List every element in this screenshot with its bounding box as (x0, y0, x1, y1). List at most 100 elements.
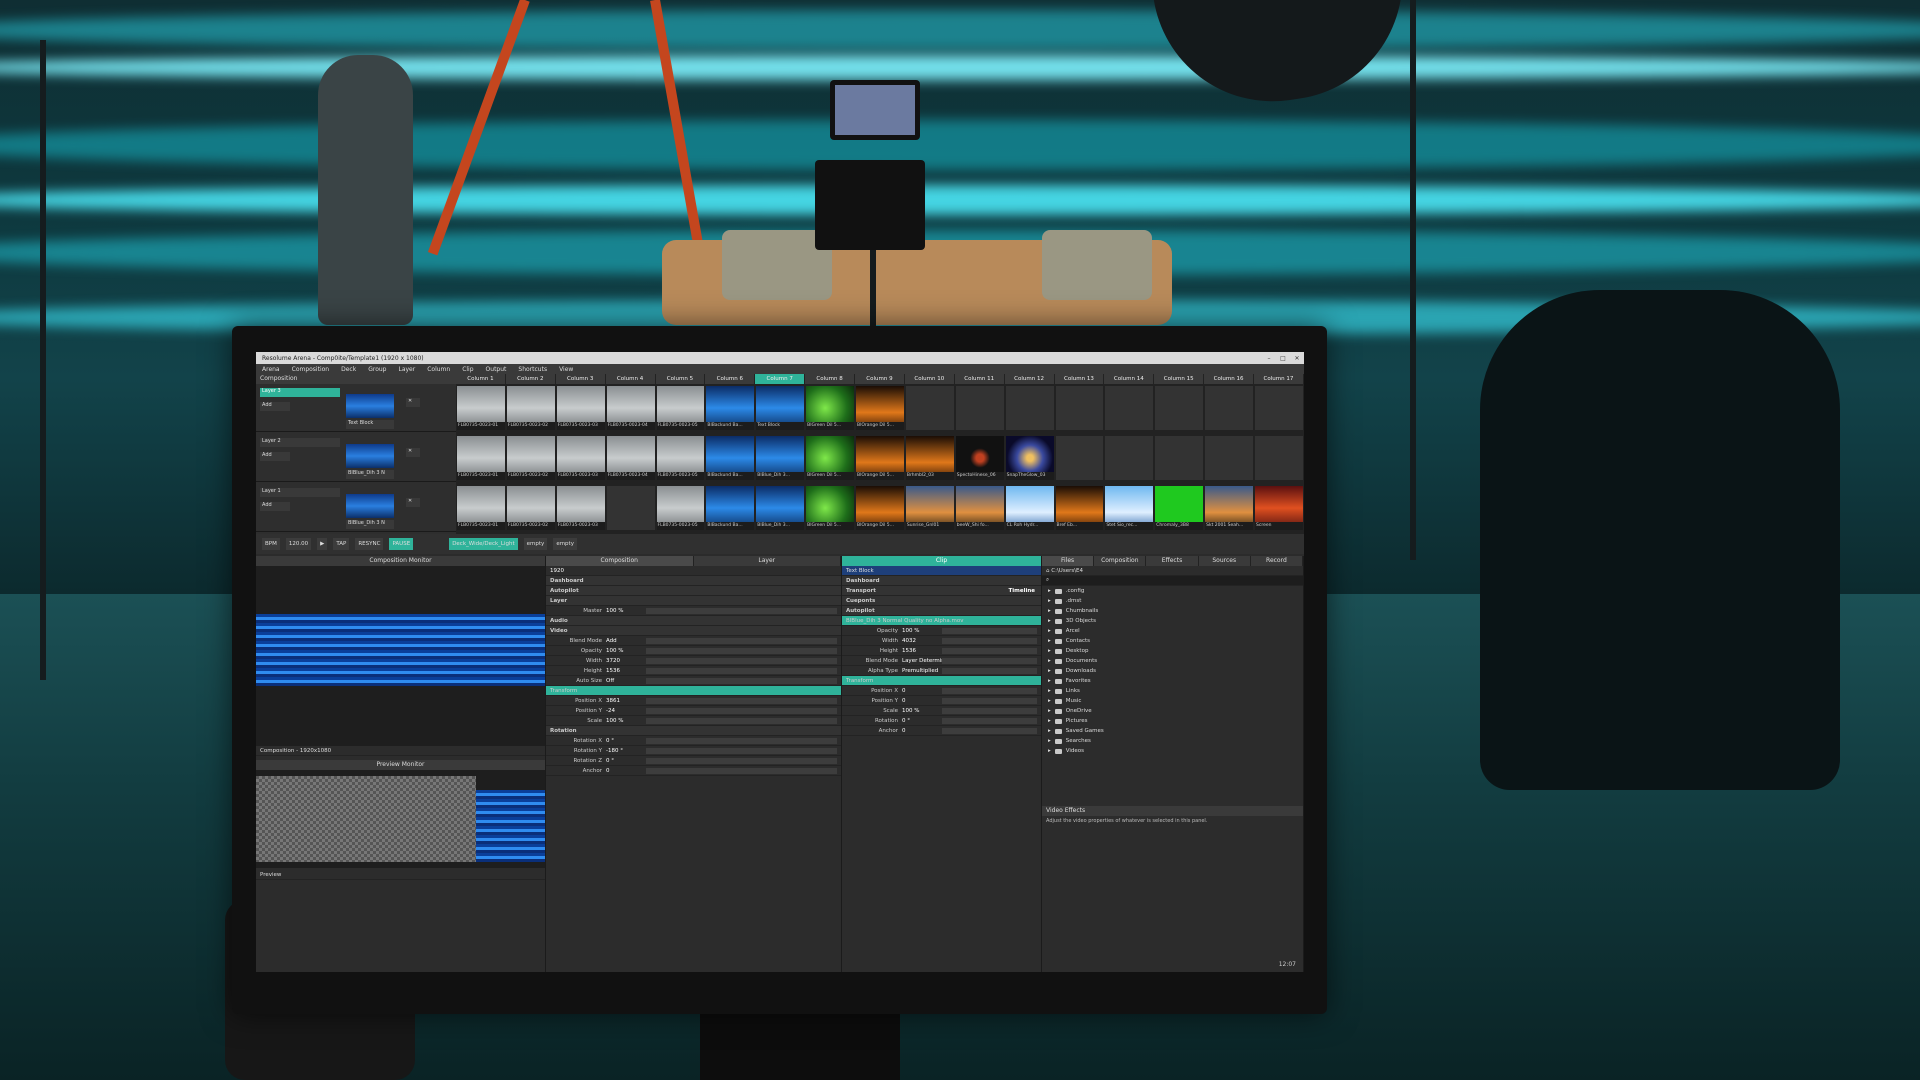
expand-arrow-icon[interactable]: ▸ (1048, 678, 1051, 684)
column-header[interactable]: Column 9 (855, 374, 905, 384)
clip-slot[interactable]: BlBackund Ba... (706, 386, 755, 430)
layer-name[interactable]: Layer 1 (260, 488, 340, 497)
property-value[interactable]: Premultiplied (902, 668, 942, 674)
property-row[interactable]: Master 100 % (546, 606, 841, 616)
property-slider[interactable] (646, 667, 837, 674)
property-value[interactable]: 1536 (902, 648, 942, 654)
column-header[interactable]: Column 3 (556, 374, 606, 384)
clip-slot[interactable]: Stet Sio_rec... (1105, 486, 1154, 530)
layer-bypass-icon[interactable]: ✕ (406, 498, 420, 507)
clip-slot[interactable] (1255, 386, 1303, 430)
search-bar[interactable]: ⌕ (1042, 576, 1303, 586)
expand-arrow-icon[interactable]: ▸ (1048, 618, 1051, 624)
clip-slot[interactable] (1105, 436, 1154, 480)
file-item[interactable]: ▸ Pictures (1042, 716, 1303, 726)
clip-slot[interactable]: Text Block (756, 386, 805, 430)
tab-composition[interactable]: Composition (546, 556, 694, 566)
column-header[interactable]: Column 17 (1254, 374, 1304, 384)
property-slider[interactable] (942, 667, 1037, 674)
clip-slot[interactable] (1005, 386, 1054, 430)
file-item[interactable]: ▸ .dmst (1042, 596, 1303, 606)
property-row[interactable]: Layer (546, 596, 841, 606)
close-button[interactable]: ✕ (1290, 355, 1304, 362)
tab-files[interactable]: Files (1042, 556, 1095, 566)
property-row[interactable]: Rotation X 0 ° (546, 736, 841, 746)
property-slider[interactable] (942, 697, 1037, 704)
property-slider[interactable] (942, 727, 1037, 734)
property-row[interactable]: Rotation Z 0 ° (546, 756, 841, 766)
property-value[interactable]: 3861 (606, 698, 646, 704)
expand-arrow-icon[interactable]: ▸ (1048, 648, 1051, 654)
clip-slot[interactable]: BlGreen Dil 5... (806, 436, 854, 480)
property-value[interactable]: 0 ° (606, 738, 646, 744)
file-item[interactable]: ▸ Documents (1042, 656, 1303, 666)
property-value[interactable]: Layer Determined (902, 658, 952, 664)
clip-slot[interactable] (1055, 386, 1104, 430)
clip-slot[interactable]: Brhmbl2_03 (905, 436, 954, 480)
expand-arrow-icon[interactable]: ▸ (1048, 708, 1051, 714)
clip-slot[interactable]: BlBackund Ba... (706, 486, 755, 530)
property-row[interactable]: Cueponts (842, 596, 1041, 606)
property-row[interactable]: Auto Size Off (546, 676, 841, 686)
property-row[interactable]: Rotation (546, 726, 841, 736)
property-row[interactable]: Dashboard (842, 576, 1041, 586)
expand-arrow-icon[interactable]: ▸ (1048, 598, 1051, 604)
composition-field[interactable]: 1920 (546, 566, 841, 576)
property-value[interactable]: Add (606, 638, 646, 644)
expand-arrow-icon[interactable]: ▸ (1048, 718, 1051, 724)
menu-column[interactable]: Column (427, 366, 450, 373)
clip-slot[interactable]: BlGreen Dil 5... (806, 486, 854, 530)
property-value[interactable]: 3720 (606, 658, 646, 664)
column-header[interactable]: Column 6 (705, 374, 756, 384)
clip-slot[interactable]: SpectoHinese_06 (955, 436, 1004, 480)
clip-slot[interactable]: FLB0735-0023-01 (457, 386, 505, 430)
file-item[interactable]: ▸ Downloads (1042, 666, 1303, 676)
expand-arrow-icon[interactable]: ▸ (1048, 738, 1051, 744)
file-item[interactable]: ▸ .config (1042, 586, 1303, 596)
property-value[interactable]: -180 ° (606, 748, 646, 754)
file-item[interactable]: ▸ Arcel (1042, 626, 1303, 636)
column-header[interactable]: Column 1 (456, 374, 506, 384)
property-slider[interactable] (646, 707, 837, 714)
clip-slot[interactable]: Sunrise_Gnl01 (905, 486, 954, 530)
expand-arrow-icon[interactable]: ▸ (1048, 728, 1051, 734)
menu-arena[interactable]: Arena (262, 366, 280, 373)
property-row[interactable]: Dashboard (546, 576, 841, 586)
property-value[interactable]: 0 ° (902, 718, 942, 724)
expand-arrow-icon[interactable]: ▸ (1048, 588, 1051, 594)
file-item[interactable]: ▸ OneDrive (1042, 706, 1303, 716)
tab-composition-browser[interactable]: Composition (1094, 556, 1147, 566)
property-value[interactable]: 1536 (606, 668, 646, 674)
property-value[interactable]: 4032 (902, 638, 942, 644)
clip-slot[interactable]: BlOrange Dil 5... (856, 386, 904, 430)
property-value[interactable]: 0 ° (606, 758, 646, 764)
column-header[interactable]: Column 13 (1055, 374, 1105, 384)
property-row[interactable]: BlBlue_Dih 3 Normal Quality no Alpha.mov (842, 616, 1041, 626)
file-item[interactable]: ▸ Favorites (1042, 676, 1303, 686)
property-row[interactable]: Position X 3861 (546, 696, 841, 706)
column-header[interactable]: Column 8 (805, 374, 855, 384)
maximize-button[interactable]: □ (1276, 355, 1290, 362)
file-item[interactable]: ▸ Desktop (1042, 646, 1303, 656)
clip-selected-name[interactable]: Text Block (842, 566, 1041, 576)
property-row[interactable]: Transform (842, 676, 1041, 686)
property-row[interactable]: Transform (546, 686, 841, 696)
clip-slot[interactable]: FLB0735-0023-03 (556, 486, 605, 530)
property-row[interactable]: Audio (546, 616, 841, 626)
clip-slot[interactable] (1255, 436, 1303, 480)
property-value[interactable]: 100 % (606, 718, 646, 724)
clip-slot[interactable]: BlGreen Dil 5... (806, 386, 854, 430)
clip-slot[interactable]: FLB0735-0023-03 (556, 386, 605, 430)
property-slider[interactable] (942, 627, 1037, 634)
clip-slot[interactable]: Chromaly_3B8 (1155, 486, 1204, 530)
property-slider[interactable] (942, 707, 1037, 714)
home-icon[interactable]: ⌂ (1046, 568, 1050, 574)
clip-slot[interactable]: FLB0735-0023-04 (606, 386, 655, 430)
property-row[interactable]: Transport Timeline (842, 586, 1041, 596)
clip-slot[interactable]: BlBackund Ba... (706, 436, 755, 480)
clip-slot[interactable]: beeW_Shi fo... (955, 486, 1004, 530)
file-item[interactable]: ▸ Links (1042, 686, 1303, 696)
column-header[interactable]: Column 5 (656, 374, 706, 384)
expand-arrow-icon[interactable]: ▸ (1048, 658, 1051, 664)
property-slider[interactable] (646, 757, 837, 764)
